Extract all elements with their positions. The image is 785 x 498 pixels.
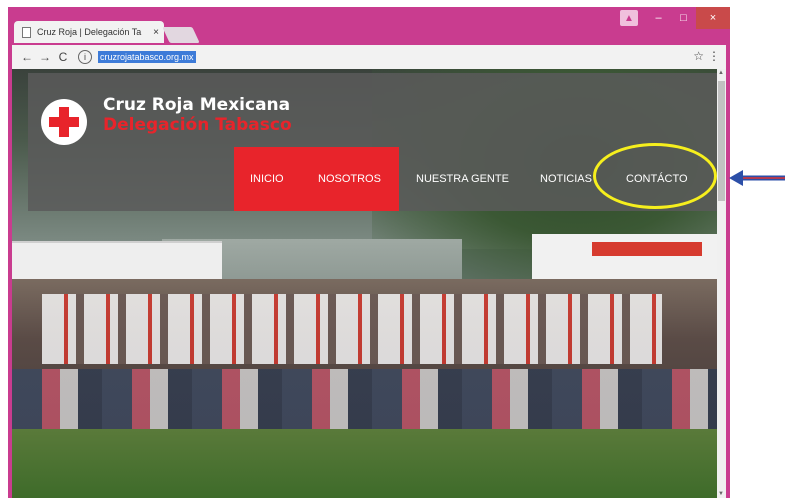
browser-menu-icon[interactable]: ⋮ — [708, 49, 720, 63]
nav-inicio[interactable]: INICIO — [250, 173, 284, 185]
window-controls: ▲ – □ × — [620, 7, 730, 29]
vertical-scrollbar[interactable]: ▲ ▼ — [717, 69, 726, 498]
url-text[interactable]: cruzrojatabasco.org.mx — [98, 51, 196, 63]
cross-horizontal — [49, 117, 79, 127]
address-bar[interactable]: i cruzrojatabasco.org.mx — [78, 48, 688, 66]
bookmark-star-icon[interactable]: ☆ — [693, 49, 704, 63]
contacto-highlight-ellipse — [593, 143, 717, 209]
minimize-button[interactable]: – — [646, 7, 671, 29]
maximize-button[interactable]: □ — [671, 7, 696, 29]
site-subtitle: Delegación Tabasco — [103, 115, 292, 135]
site-title: Cruz Roja Mexicana — [103, 95, 291, 115]
page-viewport: Cruz Roja Mexicana Delegación Tabasco IN… — [12, 69, 726, 498]
browser-tab[interactable]: Cruz Roja | Delegación Ta × — [14, 21, 164, 43]
scrollbar-thumb[interactable] — [718, 81, 725, 201]
reload-icon[interactable]: C — [54, 50, 72, 64]
red-cross-logo-icon[interactable] — [41, 99, 87, 145]
scroll-up-icon[interactable]: ▲ — [718, 70, 724, 76]
back-arrow-icon[interactable]: ← — [18, 50, 36, 64]
nav-nosotros[interactable]: NOSOTROS — [318, 173, 381, 185]
tab-title: Cruz Roja | Delegación Ta — [37, 27, 142, 37]
nav-nuestra-gente[interactable]: NUESTRA GENTE — [416, 173, 509, 185]
nav-noticias[interactable]: NOTICIAS — [540, 173, 592, 185]
page-icon — [22, 26, 31, 38]
forward-arrow-icon[interactable]: → — [36, 50, 54, 64]
ambulance-light-bar — [592, 242, 702, 256]
tab-close-icon[interactable]: × — [148, 27, 164, 38]
grass — [12, 429, 717, 498]
user-profile-icon[interactable]: ▲ — [620, 10, 638, 26]
volunteers-row — [42, 294, 662, 364]
info-icon[interactable]: i — [78, 50, 92, 64]
browser-toolbar: ← → C i cruzrojatabasco.org.mx ☆ ⋮ — [12, 45, 726, 69]
title-bar: Cruz Roja | Delegación Ta × ▲ – □ × — [8, 7, 730, 45]
browser-window: Cruz Roja | Delegación Ta × ▲ – □ × ← → … — [8, 7, 730, 498]
left-arrow-annotation-icon — [729, 170, 785, 186]
new-tab-button[interactable] — [162, 27, 200, 43]
close-window-button[interactable]: × — [696, 7, 730, 29]
scroll-down-icon[interactable]: ▼ — [718, 491, 724, 497]
